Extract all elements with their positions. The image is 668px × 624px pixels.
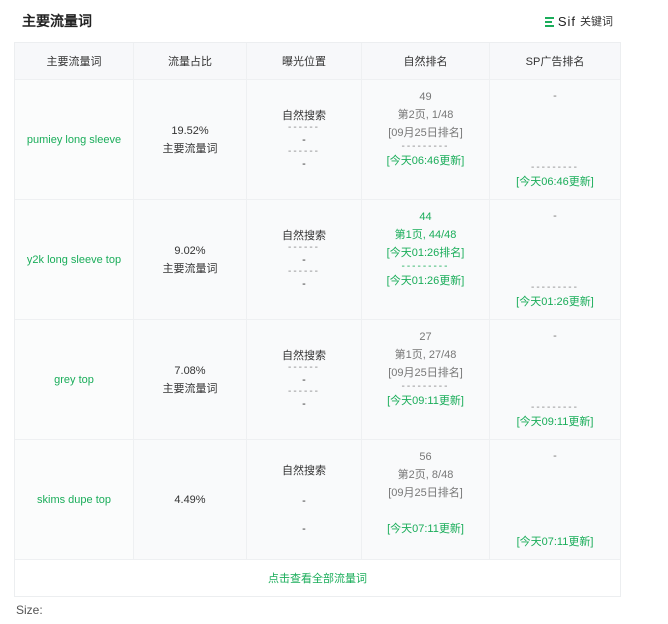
sp-rank-value: - — [553, 450, 557, 462]
traffic-tag: 主要流量词 — [162, 142, 218, 155]
rank-date: [今天01:26排名] — [386, 247, 465, 259]
sp-rank-cell: - --------- [今天01:26更新] — [490, 200, 620, 319]
divider: ------ — [288, 385, 320, 397]
sp-update-link[interactable]: [今天09:11更新] — [517, 413, 594, 431]
organic-rank-cell: 49 第2页, 1/48 [09月25日排名] --------- [今天06:… — [362, 80, 490, 199]
divider: ------ — [288, 361, 320, 373]
rank-update-link[interactable]: [今天06:46更新] — [387, 152, 465, 170]
exposure-value: - — [302, 522, 306, 535]
keyword-link[interactable]: skims dupe top — [37, 494, 111, 506]
column-header-organic-rank: 自然排名 — [362, 43, 490, 79]
table-row: y2k long sleeve top 9.02% 主要流量词 自然搜索 ---… — [15, 200, 620, 320]
traffic-share-cell: 7.08% 主要流量词 — [134, 320, 247, 439]
column-header-exposure: 曝光位置 — [247, 43, 362, 79]
rank-date: [09月25日排名] — [388, 127, 463, 139]
divider: --------- — [401, 261, 450, 272]
menu-icon — [544, 16, 554, 27]
traffic-tag: 主要流量词 — [162, 382, 218, 395]
rank-value: 44 — [419, 211, 432, 223]
sp-update-link[interactable]: [今天06:46更新] — [516, 173, 594, 191]
traffic-share-cell: 9.02% 主要流量词 — [134, 200, 247, 319]
sif-keyword-button[interactable]: Sif 关键词 — [544, 13, 621, 29]
rank-page: 第1页, 44/48 — [394, 229, 457, 241]
exposure-cell: 自然搜索 - - — [247, 440, 362, 559]
exposure-cell: 自然搜索 ------ - ------ - — [247, 320, 362, 439]
traffic-share-cell: 19.52% 主要流量词 — [134, 80, 247, 199]
traffic-share-cell: 4.49% — [134, 440, 247, 559]
rank-date: [09月25日排名] — [388, 367, 463, 379]
table-row: pumiey long sleeve 19.52% 主要流量词 自然搜索 ---… — [15, 80, 620, 200]
traffic-tag: 主要流量词 — [162, 262, 218, 275]
divider: --------- — [401, 381, 450, 392]
divider: ------ — [288, 145, 320, 157]
rank-date: [09月25日排名] — [388, 487, 463, 499]
rank-page: 第1页, 27/48 — [394, 349, 457, 361]
rank-update-link[interactable]: [今天09:11更新] — [387, 392, 464, 410]
section-header: 主要流量词 Sif 关键词 — [14, 0, 621, 42]
table-row: skims dupe top 4.49% 自然搜索 - - 56 第2页, 8/… — [15, 440, 620, 560]
traffic-percent: 9.02% — [174, 244, 206, 257]
exposure-label: 自然搜索 — [282, 109, 326, 122]
keyword-link[interactable]: pumiey long sleeve — [27, 134, 121, 146]
organic-rank-cell: 27 第1页, 27/48 [09月25日排名] --------- [今天09… — [362, 320, 490, 439]
divider: --------- — [531, 282, 579, 293]
sp-rank-cell: - --------- [今天06:46更新] — [490, 80, 620, 199]
divider: --------- — [401, 141, 450, 152]
sp-rank-value: - — [553, 210, 557, 222]
keyword-cell: y2k long sleeve top — [15, 200, 134, 319]
column-header-sp-rank: SP广告排名 — [525, 56, 585, 68]
divider: --------- — [531, 402, 579, 413]
exposure-value: - — [302, 373, 306, 386]
exposure-value: - — [302, 494, 306, 507]
exposure-label: 自然搜索 — [282, 229, 326, 242]
sif-keyword-label: 关键词 — [580, 16, 613, 28]
rank-update-link[interactable]: [今天01:26更新] — [387, 272, 465, 290]
rank-page: 第2页, 1/48 — [397, 109, 454, 121]
organic-rank-cell: 44 第1页, 44/48 [今天01:26排名] --------- [今天0… — [362, 200, 490, 319]
keyword-cell: pumiey long sleeve — [15, 80, 134, 199]
view-all-keywords-link[interactable]: 点击查看全部流量词 — [268, 570, 367, 586]
divider: ------ — [288, 241, 320, 253]
traffic-percent: 7.08% — [174, 364, 206, 377]
sp-rank-cell: - --------- [今天09:11更新] — [490, 320, 620, 439]
rank-value: 49 — [419, 91, 432, 103]
table-footer: 点击查看全部流量词 — [15, 560, 620, 596]
size-label: Size: — [16, 603, 43, 617]
divider: ------ — [288, 121, 320, 133]
rank-page: 第2页, 8/48 — [397, 469, 454, 481]
traffic-percent: 4.49% — [174, 493, 206, 506]
sp-rank-cell: - [今天07:11更新] — [490, 440, 620, 559]
column-header-keyword: 主要流量词 — [15, 43, 134, 79]
table-row: grey top 7.08% 主要流量词 自然搜索 ------ - -----… — [15, 320, 620, 440]
divider: ------ — [288, 265, 320, 277]
exposure-value: - — [302, 133, 306, 146]
keyword-link[interactable]: y2k long sleeve top — [27, 254, 121, 266]
rank-update-link[interactable]: [今天07:11更新] — [387, 520, 464, 538]
section-title: 主要流量词 — [22, 13, 92, 29]
sp-rank-value: - — [553, 330, 557, 342]
traffic-percent: 19.52% — [171, 124, 209, 137]
exposure-cell: 自然搜索 ------ - ------ - — [247, 200, 362, 319]
keyword-cell: skims dupe top — [15, 440, 134, 559]
keyword-link[interactable]: grey top — [54, 374, 94, 386]
sp-update-link[interactable]: [今天07:11更新] — [517, 533, 594, 551]
exposure-value: - — [302, 253, 306, 266]
exposure-value: - — [302, 397, 306, 410]
exposure-label: 自然搜索 — [282, 464, 326, 477]
rank-value: 27 — [419, 331, 432, 343]
keyword-cell: grey top — [15, 320, 134, 439]
organic-rank-cell: 56 第2页, 8/48 [09月25日排名] [今天07:11更新] — [362, 440, 490, 559]
table-header-row: 主要流量词 流量占比 曝光位置 自然排名 SP广告排名 — [15, 43, 620, 80]
sp-update-link[interactable]: [今天01:26更新] — [516, 293, 594, 311]
column-header-traffic-share: 流量占比 — [134, 43, 247, 79]
exposure-value: - — [302, 277, 306, 290]
sp-rank-value: - — [553, 90, 557, 102]
exposure-value: - — [302, 157, 306, 170]
traffic-keyword-table: 主要流量词 流量占比 曝光位置 自然排名 SP广告排名 pumiey long … — [14, 42, 621, 597]
sif-brand: Sif — [557, 13, 576, 29]
exposure-label: 自然搜索 — [282, 349, 326, 362]
exposure-cell: 自然搜索 ------ - ------ - — [247, 80, 362, 199]
divider: --------- — [531, 162, 579, 173]
rank-value: 56 — [419, 451, 432, 463]
